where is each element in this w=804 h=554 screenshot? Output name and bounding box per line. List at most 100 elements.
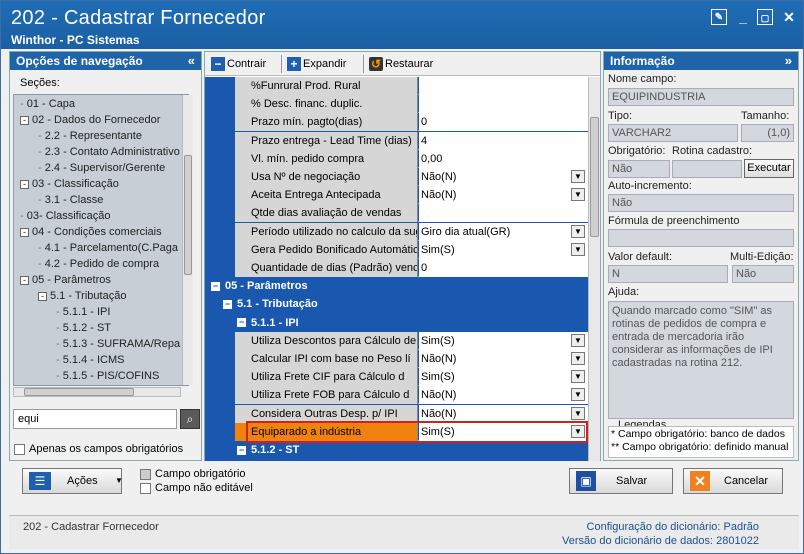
property-value[interactable]	[419, 77, 588, 95]
tree-item[interactable]: - 3.1 - Classe	[38, 192, 103, 208]
property-value[interactable]	[419, 204, 588, 223]
chevron-down-icon[interactable]: ▼	[115, 469, 123, 493]
dropdown-arrow-icon[interactable]: ▼	[571, 242, 585, 256]
property-value[interactable]: 0	[419, 259, 588, 277]
only-required-filter[interactable]: Apenas os campos obrigatórios	[14, 443, 183, 455]
tree-item[interactable]: -05 - Parâmetros	[20, 272, 111, 288]
section-collapse-icon[interactable]: −	[237, 445, 246, 455]
property-value[interactable]: Não(N) ▼	[419, 168, 588, 186]
search-button[interactable]: ⌕	[180, 409, 200, 429]
property-value[interactable]: 0,00	[419, 149, 588, 168]
property-row[interactable]: Utiliza Descontos para Cálculo de Sim(S) ▼	[235, 331, 588, 350]
dropdown-arrow-icon[interactable]: ▼	[571, 352, 585, 365]
tree-item[interactable]: -03 - Classificação	[20, 176, 119, 192]
property-value[interactable]: Sim(S) ▼	[419, 240, 588, 259]
section-header[interactable]: −5.1.2 - ST	[237, 441, 299, 459]
tree-item[interactable]: - 4.2 - Pedido de compra	[38, 256, 159, 272]
property-row[interactable]: Prazo entrega - Lead Time (dias) 4	[235, 131, 588, 150]
close-icon[interactable]: ✕	[781, 9, 797, 25]
tree-expander-icon[interactable]: -	[20, 179, 29, 189]
tree-item[interactable]: - 5.1.1 - IPI	[56, 304, 110, 320]
property-row[interactable]: Prazo mín. pagto(dias) 0	[235, 113, 588, 132]
cancel-button[interactable]: ✕ Cancelar	[683, 468, 783, 494]
property-row[interactable]: Período utilizado no calculo da suge Giro…	[235, 222, 588, 241]
property-value-text: 0,00	[421, 152, 443, 165]
only-required-checkbox[interactable]	[14, 443, 25, 455]
property-label: Gera Pedido Bonificado Automático	[235, 240, 418, 259]
section-collapse-icon[interactable]: −	[237, 318, 246, 328]
property-value[interactable]: Não(N) ▼	[419, 186, 588, 205]
tree-item[interactable]: - 03- Classificação	[20, 208, 111, 224]
plus-icon: +	[287, 57, 301, 72]
execute-button[interactable]: Executar	[744, 159, 794, 178]
dropdown-arrow-icon[interactable]: ▼	[571, 224, 585, 238]
property-row[interactable]: Qtde dias avaliação de vendas	[235, 204, 588, 223]
property-row[interactable]: %Funrural Prod. Rural	[235, 77, 588, 95]
tree-item[interactable]: -5.1 - Tributação	[38, 288, 126, 304]
restore-button[interactable]: ↺ Restaurar	[369, 56, 433, 72]
section-collapse-icon[interactable]: −	[223, 299, 232, 309]
property-value[interactable]	[419, 95, 588, 114]
property-value[interactable]: Não(N) ▼	[419, 350, 588, 368]
tree-item[interactable]: - 2.2 - Representante	[38, 128, 142, 144]
property-value[interactable]: Sim(S) ▼	[419, 368, 588, 387]
property-value[interactable]: 0	[419, 113, 588, 132]
property-value[interactable]: Não(N) ▼	[419, 386, 588, 405]
edit-icon[interactable]: ✎	[711, 9, 727, 25]
dropdown-arrow-icon[interactable]: ▼	[571, 388, 585, 402]
property-row[interactable]: Quantidade de dias (Padrão) venc 0	[235, 259, 588, 277]
dropdown-arrow-icon[interactable]: ▼	[571, 170, 585, 183]
tree-expander-icon[interactable]: -	[20, 227, 29, 237]
property-row[interactable]: % Desc. financ. duplic.	[235, 95, 588, 114]
tree-scroll-thumb[interactable]	[184, 155, 192, 275]
property-row[interactable]: Usa Nº de negociação Não(N) ▼	[235, 168, 588, 186]
expand-button[interactable]: + Expandir	[287, 56, 346, 72]
action-bar: ☰ Ações ▼ Campo obrigatório Campo não ed…	[9, 463, 799, 509]
tree-expander-icon[interactable]: -	[38, 291, 47, 301]
sections-tree[interactable]: - 01 - Capa -02 - Dados do Fornecedor - 2.…	[13, 94, 189, 386]
property-value[interactable]: Sim(S) ▼	[419, 331, 588, 350]
dropdown-arrow-icon[interactable]: ▼	[571, 188, 585, 202]
tree-scrollbar[interactable]	[182, 95, 193, 385]
tree-item[interactable]: - 2.3 - Contato Administrativo	[38, 144, 180, 160]
property-row[interactable]: Gera Pedido Bonificado Automático Sim(S) ▼	[235, 240, 588, 259]
tree-item[interactable]: - 5.1.5 - PIS/COFINS	[56, 368, 159, 384]
collapse-button[interactable]: − Contrair	[211, 56, 266, 72]
expand-label: Expandir	[303, 58, 347, 70]
property-row[interactable]: Utiliza Frete CIF para Cálculo d Sim(S) ▼	[235, 368, 588, 387]
tree-item[interactable]: - 4.1 - Parcelamento(C.Paga	[38, 240, 178, 256]
tree-item[interactable]: - 5.1.2 - ST	[56, 320, 111, 336]
grid-scroll-thumb[interactable]	[590, 117, 599, 237]
dropdown-arrow-icon[interactable]: ▼	[571, 333, 585, 347]
tree-hscroll-thumb[interactable]	[24, 388, 134, 396]
collapse-panel-icon[interactable]: «	[188, 52, 195, 70]
property-row[interactable]: Calcular IPI com base no Peso lí Não(N) ▼	[235, 350, 588, 368]
property-row[interactable]: Vl. mín. pedido compra 0,00	[235, 149, 588, 168]
section-collapse-icon[interactable]: −	[211, 281, 220, 291]
actions-button[interactable]: ☰ Ações ▼	[22, 468, 123, 494]
section-header[interactable]: −5.1.1 - IPI	[237, 314, 299, 332]
section-header[interactable]: −05 - Parâmetros	[211, 277, 308, 295]
tree-hscrollbar[interactable]	[13, 387, 181, 397]
property-value[interactable]: Giro dia atual(GR) ▼	[419, 222, 588, 241]
property-row[interactable]: Utiliza Frete FOB para Cálculo d Não(N) ▼	[235, 386, 588, 405]
tree-item[interactable]: -04 - Condições comerciais	[20, 224, 162, 240]
property-row[interactable]: Aceita Entrega Antecipada Não(N) ▼	[235, 186, 588, 205]
tree-expander-icon[interactable]: -	[20, 275, 29, 285]
dropdown-arrow-icon[interactable]: ▼	[571, 406, 585, 420]
tree-item[interactable]: - 01 - Capa	[20, 96, 75, 112]
tree-item[interactable]: - 5.1.3 - SUFRAMA/Repa	[56, 336, 180, 352]
tree-item[interactable]: - 5.1.4 - ICMS	[56, 352, 124, 368]
property-value[interactable]: 4	[419, 131, 588, 150]
section-header[interactable]: −5.1 - Tributação	[223, 295, 318, 313]
tree-expander-icon[interactable]: -	[20, 115, 29, 125]
tree-item[interactable]: -02 - Dados do Fornecedor	[20, 112, 160, 128]
maximize-icon[interactable]: ▢	[757, 9, 773, 25]
save-button[interactable]: ▣ Salvar	[569, 468, 673, 494]
search-input[interactable]	[13, 409, 177, 429]
dropdown-arrow-icon[interactable]: ▼	[571, 370, 585, 384]
tree-item[interactable]: - 2.4 - Supervisor/Gerente	[38, 160, 165, 176]
grid-scrollbar[interactable]	[588, 77, 600, 461]
minimize-icon[interactable]: _	[735, 9, 751, 25]
expand-panel-icon[interactable]: »	[785, 52, 792, 70]
